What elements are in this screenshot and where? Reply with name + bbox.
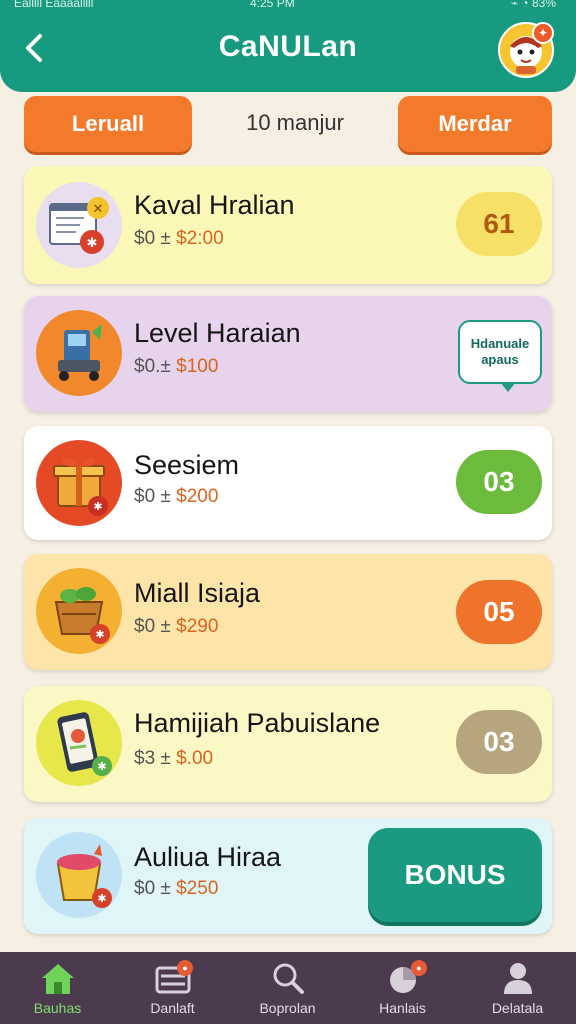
count-badge: 61 [456,192,542,256]
list-item[interactable]: ✱ Seesiem $0 ± $200 03 [24,426,552,540]
price-prefix: $0 ± [134,228,177,249]
svg-text:✱: ✱ [97,761,106,773]
nav-item-profile[interactable]: Delatala [460,952,575,1024]
price-prefix: $0 ± [134,616,177,637]
list-item[interactable]: ✕ ✱ Kaval Hralian $0 ± $2:00 61 [24,166,552,284]
item-name: Kaval Hralian [134,190,295,220]
item-price: $0 ± $2:00 [134,228,224,250]
home-icon [42,964,74,994]
item-price: $0 ± $250 [134,878,218,900]
count-label: 10 manjur [246,110,344,135]
notification-dot: ● [411,960,427,976]
right-filter-button[interactable]: Merdar [398,96,552,152]
item-price: $0.± $100 [134,356,218,378]
cart-machine-icon [36,310,122,396]
notification-badge: ✦ [532,22,554,44]
count-badge: 05 [456,580,542,644]
nav-label: Danlaft [150,1000,195,1016]
notification-dot: ● [177,960,193,976]
battery-indicator: ⌁ ◔ 83% [510,0,556,10]
avatar[interactable]: ✦ [498,22,554,78]
signal-indicator: Ealllll Eaaaalllll [14,0,94,10]
list-item[interactable]: ✱ Miall Isiaja $0 ± $290 05 [24,554,552,670]
list-item[interactable]: Level Haraian $0.± $100 Hdanuale apaus [24,296,552,412]
item-price: $0 ± $290 [134,616,218,638]
price-amount: $200 [176,486,219,507]
price-prefix: $0 ± [134,878,177,899]
svg-text:✕: ✕ [93,201,104,216]
svg-text:✱: ✱ [87,235,98,250]
nav-label: Hanlais [379,1000,426,1016]
status-bar: Ealllll Eaaaalllll 4:25 PM ⌁ ◔ 83% [0,0,576,12]
nav-label: Boprolan [259,1000,316,1016]
nav-item-inbox[interactable]: ● Danlaft [115,952,230,1024]
gift-box-icon: ✱ [36,440,122,526]
app-header: Ealllll Eaaaalllll 4:25 PM ⌁ ◔ 83% CaNUL… [0,0,576,92]
price-prefix: $3 ± [134,748,177,769]
price-prefix: $0.± [134,356,177,377]
price-amount: $.00 [176,748,214,769]
item-name: Seesiem [134,450,240,480]
bucket-icon: ✱ [36,832,122,918]
status-time: 4:25 PM [250,0,295,10]
item-price: $0 ± $200 [134,486,218,508]
nav-item-search[interactable]: Boprolan [230,952,345,1024]
nav-label: Delatala [491,1000,544,1016]
nav-label: Bauhas [33,1000,82,1016]
item-name: Level Haraian [134,318,301,348]
nav-item-home[interactable]: Bauhas [0,952,115,1024]
basket-icon: ✱ [36,568,122,654]
item-name: Miall Isiaja [134,578,261,608]
svg-text:✱: ✱ [95,629,104,641]
left-filter-button[interactable]: Leruall [24,96,192,152]
bonus-button[interactable]: BONUS [368,828,542,922]
price-amount: $100 [176,356,219,377]
count-badge: 03 [456,710,542,774]
phone-icon: ✱ [36,700,122,786]
bottom-nav: Bauhas ● Danlaft Boprolan ● Hanlais Dela… [0,952,576,1024]
page-title: CaNULan [218,30,358,63]
price-amount: $2:00 [176,228,224,249]
list-item[interactable]: ✱ Hamijiah Pabuislane $3 ± $.00 03 [24,686,552,802]
price-prefix: $0 ± [134,486,177,507]
document-icon: ✕ ✱ [36,182,122,268]
search-icon [273,963,304,994]
list-item[interactable]: ✱ Auliua Hiraa $0 ± $250 BONUS [24,818,552,934]
price-amount: $250 [176,878,219,899]
item-name: Hamijiah Pabuislane [134,708,381,738]
price-amount: $290 [176,616,219,637]
nav-item-stats[interactable]: ● Hanlais [345,952,460,1024]
speech-tag: Hdanuale apaus [458,320,542,392]
count-badge: 03 [456,450,542,514]
item-price: $3 ± $.00 [134,748,213,770]
item-name: Auliua Hiraa [134,842,282,872]
svg-text:✱: ✱ [97,893,106,905]
profile-icon [504,963,532,994]
svg-text:✱: ✱ [93,501,102,513]
